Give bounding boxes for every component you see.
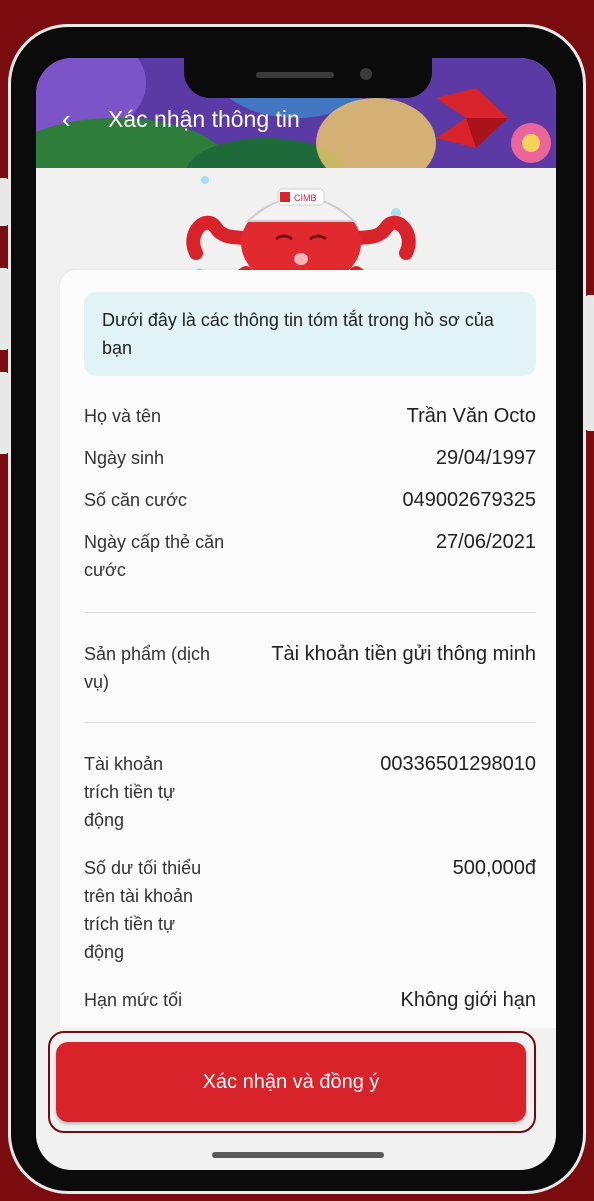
- summary-banner: Dưới đây là các thông tin tóm tắt trong …: [84, 292, 536, 376]
- footer: Xác nhận và đồng ý: [36, 1028, 556, 1170]
- notch: [184, 58, 432, 98]
- phone-power-button: [585, 295, 594, 431]
- speaker: [256, 72, 334, 78]
- divider: [84, 612, 536, 613]
- label-minimum-balance: Số dư tối thiểu trên tài khoản trích tiề…: [84, 858, 202, 962]
- label-id-number: Số căn cước: [84, 490, 187, 510]
- label-full-name: Họ và tên: [84, 406, 162, 426]
- label-limit: Hạn mức tối: [84, 990, 183, 1010]
- value-full-name: Trần Văn Octo: [406, 405, 536, 427]
- value-id-number: 049002679325: [402, 489, 536, 511]
- label-birth-date: Ngày sinh: [84, 448, 165, 468]
- home-indicator[interactable]: [212, 1152, 384, 1158]
- value-id-issue-date: 27/06/2021: [435, 531, 536, 553]
- value-birth-date: 29/04/1997: [435, 447, 536, 469]
- info-card: Dưới đây là các thông tin tóm tắt trong …: [60, 270, 556, 1030]
- back-icon[interactable]: ‹: [62, 106, 86, 132]
- page-title: Xác nhận thông tin: [108, 106, 300, 132]
- confirm-button[interactable]: Xác nhận và đồng ý: [56, 1042, 526, 1122]
- label-product: Sản phẩm (dịch vụ): [84, 644, 211, 692]
- flower-graphic: [511, 123, 551, 163]
- label-id-issue-date: Ngày cấp thẻ căn cước: [84, 532, 225, 580]
- divider: [84, 722, 536, 723]
- camera: [360, 68, 372, 80]
- value-limit: Không giới hạn: [400, 989, 536, 1011]
- svg-text:CIMB: CIMB: [294, 193, 317, 203]
- value-minimum-balance: 500,000đ: [452, 857, 536, 879]
- value-product: Tài khoản tiền gửi thông minh: [271, 643, 536, 665]
- value-auto-debit-account: 00336501298010: [380, 753, 536, 775]
- summary-banner-text: Dưới đây là các thông tin tóm tắt trong …: [102, 310, 494, 358]
- screen: ‹ Xác nhận thông tin CIMB Dưới đây là cá…: [36, 58, 556, 1170]
- red-arrow-graphic: [436, 88, 508, 148]
- label-auto-debit-account: Tài khoản trích tiền tự động: [84, 754, 176, 830]
